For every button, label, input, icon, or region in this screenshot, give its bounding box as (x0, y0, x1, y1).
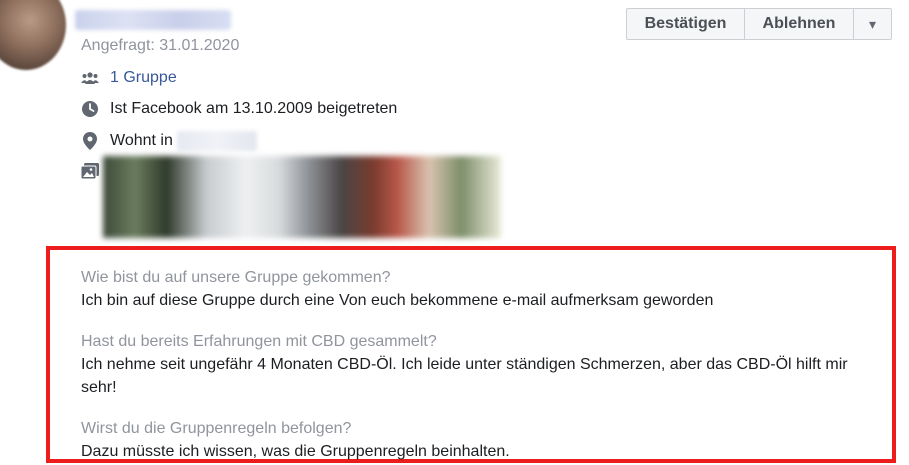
location-pin-icon (81, 132, 99, 150)
location-blurred[interactable] (176, 131, 257, 151)
avatar[interactable] (0, 0, 66, 70)
people-icon (81, 69, 99, 87)
answer-text: Dazu müsste ich wissen, was die Gruppenr… (81, 443, 510, 460)
qa-item: Wirst du die Gruppenregeln befolgen? Daz… (81, 417, 887, 463)
qa-item: Wie bist du auf unsere Gruppe gekommen? … (81, 266, 887, 312)
request-actions: Bestätigen Ablehnen ▾ (626, 8, 892, 40)
more-options-button[interactable]: ▾ (854, 8, 892, 40)
groups-link[interactable]: 1 Gruppe (110, 69, 177, 87)
info-location: Wohnt in (81, 131, 257, 151)
info-joined: Ist Facebook am 13.10.2009 beigetreten (81, 99, 397, 119)
requested-date: Angefragt: 31.01.2020 (81, 37, 240, 54)
info-groups: 1 Gruppe (81, 68, 177, 88)
info-photos (81, 161, 99, 181)
joined-text: Ist Facebook am 13.10.2009 beigetreten (110, 100, 398, 117)
decline-button[interactable]: Ablehnen (745, 8, 854, 40)
question-text: Wirst du die Gruppenregeln befolgen? (81, 420, 352, 437)
chevron-down-icon: ▾ (868, 15, 877, 32)
clock-icon (81, 100, 99, 118)
question-text: Hast du bereits Erfahrungen mit CBD gesa… (81, 333, 437, 350)
photos-strip-blurred[interactable] (103, 156, 501, 238)
question-text: Wie bist du auf unsere Gruppe gekommen? (81, 269, 391, 286)
member-name-blurred[interactable] (75, 10, 231, 30)
lives-text: Wohnt in (110, 132, 173, 149)
answer-text: Ich bin auf diese Gruppe durch eine Von … (81, 292, 714, 309)
photos-icon (81, 162, 99, 180)
qa-item: Hast du bereits Erfahrungen mit CBD gesa… (81, 330, 887, 399)
confirm-button[interactable]: Bestätigen (626, 8, 745, 40)
answer-text: Ich nehme seit ungefähr 4 Monaten CBD-Öl… (81, 356, 848, 396)
